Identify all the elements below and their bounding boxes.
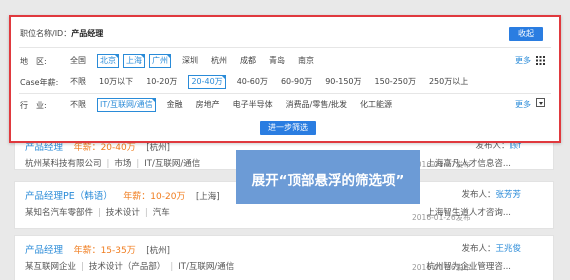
industry-more-link[interactable]: 更多 <box>515 99 531 110</box>
salary-option[interactable]: 60-90万 <box>279 76 314 88</box>
divider <box>19 93 551 94</box>
publisher-company: 上海智生道人才咨询... <box>426 208 511 218</box>
location-more-link[interactable]: 更多 <box>515 55 531 66</box>
salary-option[interactable]: 10万以下 <box>97 76 135 88</box>
job-publisher: 发布人：王兆俊 <box>461 242 521 254</box>
industry-option[interactable]: 不限 <box>68 99 88 111</box>
publisher-company: 杭州智为企业管理咨... <box>426 262 511 272</box>
salary-option[interactable]: 90-150万 <box>323 76 363 88</box>
industry-option[interactable]: 电子半导体 <box>231 99 275 111</box>
publisher-company: 上海高凡人才信息咨... <box>426 159 511 169</box>
publisher-label: 发布人： <box>461 244 496 254</box>
job-salary: 年薪：15-35万 <box>73 246 136 256</box>
collapse-button[interactable]: 收起 <box>509 27 543 41</box>
job-title[interactable]: 产品经理 <box>25 142 63 153</box>
job-industry: IT/互联网/通信 <box>178 262 235 272</box>
job-industry: 汽车 <box>152 208 170 218</box>
job-company: 某互联网企业 <box>25 262 77 272</box>
location-label: 地 区: <box>20 56 47 66</box>
job-salary: 年薪：20-40万 <box>73 143 136 153</box>
publisher-name[interactable]: 王兆俊 <box>495 244 521 254</box>
location-option[interactable]: 深圳 <box>180 55 200 67</box>
industry-option[interactable]: 房地产 <box>194 99 222 111</box>
salary-option-selected[interactable]: 20-40万 <box>188 75 226 89</box>
position-label: 职位名称/ID： <box>20 29 72 38</box>
industry-option[interactable]: 金融 <box>165 99 185 111</box>
salary-option[interactable]: 150-250万 <box>373 76 418 88</box>
job-title-row: 产品经理 年薪：15-35万 [杭州] <box>25 242 170 256</box>
job-meta: 杭州某科技有限公司 | 市场 | IT/互联网/通信 <box>25 159 201 169</box>
dropdown-icon[interactable] <box>536 98 545 107</box>
page: 产品经理 年薪：20-40万 [杭州] 发布人：顾f 杭州某科技有限公司 | 市场 |… <box>0 0 570 280</box>
job-industry: IT/互联网/通信 <box>144 159 201 169</box>
industry-label: 行 业: <box>20 100 47 110</box>
publisher-label: 发布人： <box>461 190 496 200</box>
job-city: [上海] <box>195 192 220 202</box>
refine-filter-button[interactable]: 进一步筛选 <box>260 121 316 135</box>
job-dept: 技术设计（产品部） <box>88 262 166 272</box>
job-dept: 技术设计 <box>105 208 140 218</box>
salary-option[interactable]: 40-60万 <box>235 76 270 88</box>
industry-option[interactable]: 化工能源 <box>358 99 394 111</box>
job-publisher: 发布人：张芳芳 <box>461 188 521 200</box>
industry-row: 行 业: 不限 IT/互联网/通信 金融 房地产 电子半导体 消费品/零售/批发… <box>20 98 403 112</box>
job-title-row: 产品经理PE（韩语） 年薪：10-20万 [上海] <box>25 188 220 202</box>
job-title[interactable]: 产品经理PE（韩语） <box>25 191 113 202</box>
salary-label: Case年薪: <box>20 77 59 87</box>
location-option-selected[interactable]: 广州 <box>149 54 171 68</box>
job-salary: 年薪：10-20万 <box>123 192 186 202</box>
divider <box>19 47 551 48</box>
location-option[interactable]: 杭州 <box>209 55 229 67</box>
location-option[interactable]: 成都 <box>238 55 258 67</box>
location-option[interactable]: 全国 <box>68 55 88 67</box>
location-row: 地 区: 全国 北京 上海 广州 深圳 杭州 成都 青岛 南京 <box>20 54 325 68</box>
salary-option[interactable]: 250万以上 <box>427 76 470 88</box>
job-company: 杭州某科技有限公司 <box>25 159 102 169</box>
location-option-selected[interactable]: 北京 <box>97 54 119 68</box>
floating-filter-panel: 职位名称/ID： 产品经理 收起 地 区: 全国 北京 上海 广州 深圳 杭州 … <box>9 15 561 143</box>
industry-option[interactable]: 消费品/零售/批发 <box>284 99 349 111</box>
callout-box: 展开“顶部悬浮的筛选项” <box>236 150 420 204</box>
salary-option[interactable]: 不限 <box>68 76 88 88</box>
location-option[interactable]: 南京 <box>296 55 316 67</box>
position-value[interactable]: 产品经理 <box>71 28 103 39</box>
callout-text: 展开“顶部悬浮的筛选项” <box>251 173 405 189</box>
job-meta: 某知名汽车零部件 | 技术设计 | 汽车 <box>25 208 170 218</box>
job-city: [杭州] <box>146 143 170 153</box>
position-row: 职位名称/ID： 产品经理 <box>20 28 103 39</box>
job-title[interactable]: 产品经理 <box>25 245 63 256</box>
location-option-selected[interactable]: 上海 <box>123 54 145 68</box>
salary-row: Case年薪: 不限 10万以下 10-20万 20-40万 40-60万 60… <box>20 75 479 89</box>
job-company: 某知名汽车零部件 <box>25 208 94 218</box>
job-city: [杭州] <box>146 246 170 256</box>
industry-option-selected[interactable]: IT/互联网/通信 <box>97 98 156 112</box>
job-card[interactable]: 产品经理 年薪：15-35万 [杭州] 发布人：王兆俊 某互联网企业 | 技术设计（… <box>14 235 554 280</box>
job-dept: 市场 <box>114 159 132 169</box>
job-meta: 某互联网企业 | 技术设计（产品部） | IT/互联网/通信 <box>25 262 235 272</box>
salary-option[interactable]: 10-20万 <box>144 76 179 88</box>
grid-icon[interactable] <box>536 56 545 65</box>
publisher-name[interactable]: 张芳芳 <box>495 190 521 200</box>
location-option[interactable]: 青岛 <box>267 55 287 67</box>
